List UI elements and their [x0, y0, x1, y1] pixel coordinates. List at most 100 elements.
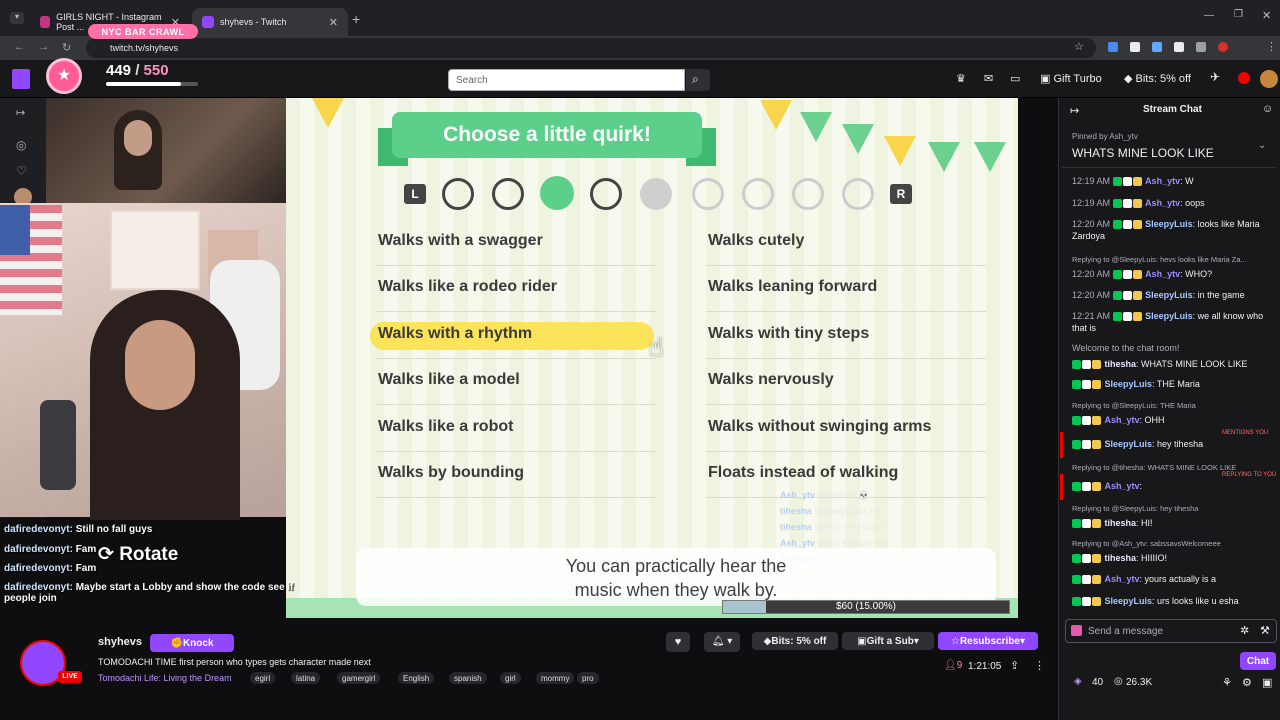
chat-message[interactable]: SleepyLuis: urs looks like u esha [1072, 595, 1272, 607]
chat-message[interactable]: 12:19 AM Ash_ytv: oops [1072, 197, 1272, 209]
chat-username[interactable]: Ash_ytv [1105, 574, 1140, 584]
notification-bell-button[interactable]: 🔔︎ ▾ [704, 632, 740, 652]
chat-message[interactable]: 12:20 AM Ash_ytv: WHO? [1072, 268, 1272, 280]
minimize-icon[interactable]: — [1204, 10, 1214, 21]
community-icon[interactable]: ⚘ [1222, 676, 1232, 689]
chat-message[interactable]: 12:20 AM SleepyLuis: in the game [1072, 289, 1272, 301]
chat-username[interactable]: SleepyLuis [1145, 219, 1193, 229]
whispers-icon[interactable]: ▭ [1010, 72, 1020, 85]
forward-icon[interactable]: → [38, 41, 49, 53]
chat-message[interactable]: 12:21 AM SleepyLuis: we all know who tha… [1072, 310, 1272, 334]
quirk-option[interactable]: Walks like a rodeo rider [378, 278, 557, 296]
quirk-option[interactable]: Walks leaning forward [708, 278, 877, 296]
bookmark-star-icon[interactable]: ☆ [1074, 40, 1084, 53]
chat-username[interactable]: SleepyLuis [1145, 290, 1193, 300]
tab-twitch[interactable]: shyhevs - Twitch ✕ [192, 8, 348, 36]
emote-picker-icon[interactable]: ✲ [1240, 624, 1249, 637]
twitch-logo-icon[interactable] [12, 69, 30, 89]
quirk-option[interactable]: Floats instead of walking [708, 464, 898, 482]
quirk-option[interactable]: Walks by bounding [378, 464, 524, 482]
quirk-option[interactable]: Walks with tiny steps [708, 325, 869, 343]
chat-username[interactable]: Ash_ytv [1145, 198, 1180, 208]
chat-settings-icon[interactable]: ⚒ [1260, 624, 1270, 637]
quirk-option[interactable]: Walks like a robot [378, 418, 513, 436]
chat-message[interactable]: Ash_ytv: OHH [1072, 414, 1272, 426]
chat-message[interactable]: tihesha: HIIIIO! [1072, 552, 1272, 564]
extension-icons[interactable] [1108, 42, 1258, 54]
r-button[interactable]: R [890, 184, 912, 204]
back-icon[interactable]: ← [14, 41, 25, 53]
browse-icon[interactable]: ◎ [16, 138, 26, 152]
tag-pill[interactable]: English [398, 672, 435, 684]
l-button[interactable]: L [404, 184, 426, 204]
chat-username[interactable]: SleepyLuis [1105, 439, 1153, 449]
more-options-icon[interactable]: ⋮ [1034, 659, 1045, 672]
chat-message[interactable]: tihesha: HI! [1072, 517, 1272, 529]
close-window-icon[interactable]: ✕ [1262, 9, 1271, 22]
chat-username[interactable]: tihesha [1105, 359, 1137, 369]
reload-icon[interactable]: ↻ [62, 41, 71, 54]
crown-icon[interactable]: ♛ [956, 72, 966, 85]
fullscreen-chat-icon[interactable]: ▣ [1262, 676, 1272, 689]
gift-turbo-button[interactable]: ▣ Gift Turbo [1040, 72, 1102, 85]
quirk-option[interactable]: Walks with a swagger [378, 232, 543, 250]
maximize-icon[interactable]: ❐ [1234, 9, 1243, 20]
category-personality-icon[interactable] [442, 178, 474, 210]
bits-button[interactable]: ◆ Bits: 5% off [1124, 72, 1191, 85]
tag-pill[interactable]: girl [500, 672, 521, 684]
tag-pill[interactable]: gamergirl [337, 672, 381, 684]
settings-gear-icon[interactable]: ⚙ [1242, 676, 1252, 689]
chat-users-icon[interactable]: ☺ [1262, 103, 1273, 115]
chat-message[interactable]: Ash_ytv: yours actually is a [1072, 573, 1272, 585]
chat-username[interactable]: SleepyLuis [1105, 596, 1153, 606]
category-food-icon[interactable] [590, 178, 622, 210]
quirk-option[interactable]: Walks nervously [708, 371, 834, 389]
url-field[interactable]: twitch.tv/shyhevs [86, 38, 1096, 58]
search-input[interactable]: Search [448, 69, 685, 91]
share-icon[interactable]: ⇪ [1010, 659, 1019, 672]
category-walk-icon[interactable] [540, 176, 574, 210]
category-body-icon[interactable] [492, 178, 524, 210]
points-icon[interactable]: ◈ [1074, 676, 1082, 687]
quirk-option[interactable]: Walks without swinging arms [708, 418, 931, 436]
chat-message[interactable]: SleepyLuis: hey tihesha [1072, 438, 1272, 450]
chat-message[interactable]: 12:20 AM SleepyLuis: looks like Maria Za… [1072, 218, 1272, 242]
avatar[interactable] [1260, 70, 1278, 88]
chat-username[interactable]: tihesha [1105, 553, 1137, 563]
close-tab-icon[interactable]: ✕ [329, 16, 338, 29]
chat-username[interactable]: Ash_ytv [1105, 415, 1140, 425]
follow-heart-button[interactable]: ♥ [666, 632, 690, 652]
chat-message[interactable]: 12:19 AM Ash_ytv: W [1072, 175, 1272, 187]
search-button[interactable]: ⌕ [686, 69, 710, 91]
tag-pill[interactable]: latina [291, 672, 321, 684]
drops-icon[interactable]: ✈ [1210, 70, 1220, 84]
quirk-option[interactable]: Walks like a model [378, 371, 520, 389]
new-tab-button[interactable]: + [352, 11, 360, 27]
chat-username[interactable]: tihesha [1105, 518, 1137, 528]
chat-username[interactable]: SleepyLuis [1105, 379, 1153, 389]
quirk-option[interactable]: Walks cutely [708, 232, 804, 250]
tag-pill[interactable]: spanish [449, 672, 487, 684]
tag-pill[interactable]: mommy [536, 672, 575, 684]
bits-cheer-button[interactable]: ◆ Bits: 5% off [752, 632, 838, 650]
chat-username[interactable]: SleepyLuis [1145, 311, 1193, 321]
chat-username[interactable]: Ash_ytv [1105, 481, 1140, 491]
chat-message[interactable]: tihesha: WHATS MINE LOOK LIKE [1072, 358, 1272, 370]
chat-message[interactable]: SleepyLuis: THE Maria [1072, 378, 1272, 390]
chat-username[interactable]: Ash_ytv [1145, 176, 1180, 186]
quirk-option[interactable]: Walks with a rhythm [378, 325, 532, 343]
notification-icon[interactable] [1238, 72, 1250, 84]
chat-username[interactable]: Ash_ytv [1145, 269, 1180, 279]
heart-icon[interactable]: ♡ [16, 164, 27, 178]
chat-message[interactable]: Ash_ytv: [1072, 480, 1272, 492]
channel-points-icon[interactable]: ◎ [1114, 676, 1123, 687]
inbox-icon[interactable]: ✉ [984, 72, 993, 85]
chevron-down-icon[interactable]: ⌄ [1258, 140, 1266, 151]
menu-kebab-icon[interactable]: ⋮ [1266, 40, 1277, 53]
pinned-message[interactable]: Pinned by Ash_ytv WHATS MINE LOOK LIKE ⌄ [1062, 128, 1276, 168]
tag-pill[interactable]: pro [577, 672, 599, 684]
gift-sub-button[interactable]: ▣ Gift a Sub ▾ [842, 632, 934, 650]
tag-pill[interactable]: egirl [250, 672, 276, 684]
chat-send-button[interactable]: Chat [1240, 652, 1276, 670]
channel-name[interactable]: shyhevs [98, 636, 142, 648]
